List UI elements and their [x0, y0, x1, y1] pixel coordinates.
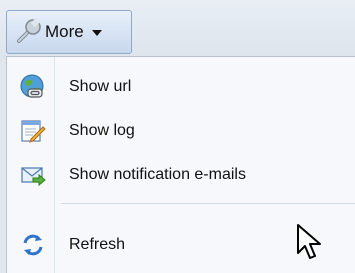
- refresh-icon: [19, 231, 47, 259]
- more-button[interactable]: More: [6, 10, 132, 54]
- menu-separator: [61, 203, 355, 204]
- toolbar: More: [0, 0, 355, 60]
- menu-item-show-notification-emails[interactable]: Show notification e-mails: [7, 153, 355, 197]
- globe-link-icon: [19, 73, 47, 101]
- menu-item-show-url[interactable]: Show url: [7, 65, 355, 109]
- log-edit-icon: [19, 117, 47, 145]
- caret-down-icon: [91, 30, 102, 36]
- menu-item-label: Show log: [69, 122, 135, 139]
- email-arrow-icon: [19, 161, 47, 189]
- menu-item-label: Refresh: [69, 236, 126, 253]
- menu-item-label: Show notification e-mails: [69, 166, 246, 183]
- menu-item-show-log[interactable]: Show log: [7, 109, 355, 153]
- more-label: More: [45, 22, 84, 41]
- mouse-pointer-icon: [296, 223, 326, 263]
- wrench-icon: [13, 17, 43, 47]
- menu-item-label: Show url: [69, 78, 132, 95]
